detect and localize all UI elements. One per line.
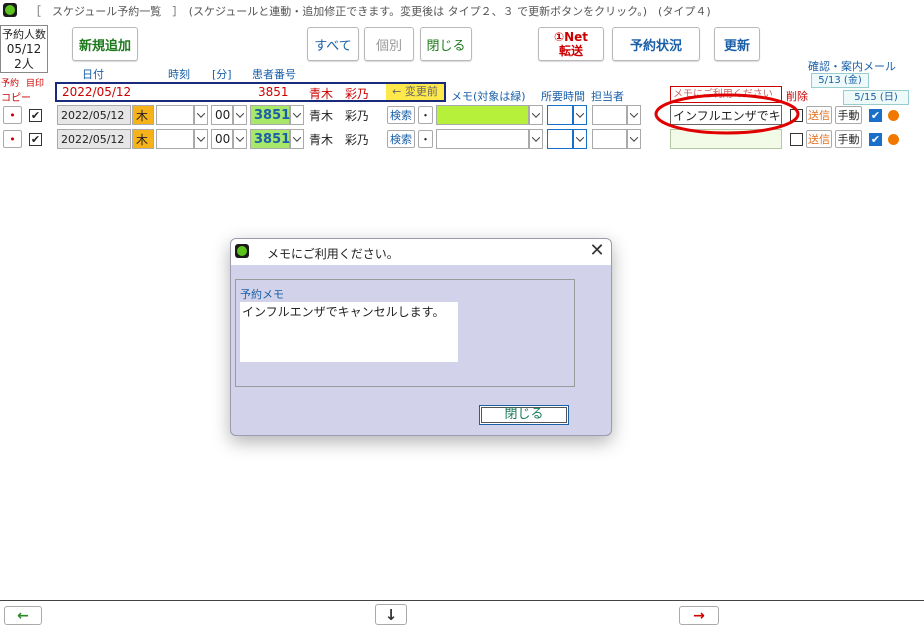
net-transfer-line2: 転送 — [558, 44, 583, 58]
col-staff: 担当者 — [591, 90, 624, 103]
memo-dropdown-icon[interactable] — [529, 129, 543, 149]
search-button[interactable]: 検索 — [387, 106, 415, 124]
row-weekday: 木 — [132, 129, 154, 149]
row-date[interactable]: 2022/05/12 — [57, 129, 131, 149]
send-button[interactable]: 送信 — [806, 106, 832, 124]
col-date: 日付 — [82, 68, 104, 81]
col-time: 時刻 — [168, 68, 190, 81]
arrow-down-icon: ↓ — [384, 605, 398, 624]
selected-info-bar: 2022/05/12 3851 青木 彩乃 ← 変更前 — [55, 82, 446, 102]
minute-dropdown-icon[interactable] — [233, 105, 247, 125]
selected-date: 2022/05/12 — [62, 85, 132, 99]
row-patient-no[interactable]: 3851 — [250, 129, 290, 149]
footer-divider — [0, 600, 924, 601]
app-logo-icon — [3, 3, 17, 17]
search-button[interactable]: 検索 — [387, 130, 415, 148]
duration-dropdown-icon[interactable] — [573, 129, 587, 149]
header-title: ［ スケジュール予約一覧 ］ (スケジュールと連動・追加修正できます。変更後は … — [30, 5, 711, 18]
row-duration[interactable] — [547, 105, 573, 125]
dialog-close-icon[interactable]: ✕ — [587, 241, 607, 261]
individual-button[interactable]: 個別 — [364, 27, 414, 61]
duration-dropdown-icon[interactable] — [573, 105, 587, 125]
change-before-label[interactable]: ← 変更前 — [386, 84, 444, 100]
row-name: 青木 彩乃 — [306, 105, 386, 125]
row-mark-button[interactable]: • — [3, 130, 22, 148]
hour-dropdown-icon[interactable] — [194, 105, 208, 125]
row-memo-select[interactable] — [436, 129, 529, 149]
selected-name: 青木 彩乃 — [309, 87, 370, 101]
mail-title: 確認・案内メール — [808, 60, 896, 73]
row-minute[interactable]: 00 — [211, 129, 233, 149]
summary-box: 予約人数 05/12 2人 — [0, 25, 48, 73]
memo-dropdown-icon[interactable] — [529, 105, 543, 125]
memo-groupbox: 予約メモ インフルエンザでキャンセルします。 — [235, 279, 575, 387]
patient-dropdown-icon[interactable] — [290, 129, 304, 149]
mail-date-2[interactable]: 5/15 (日) — [843, 90, 909, 105]
arrow-right-icon: → — [693, 607, 705, 624]
dialog-titlebar: メモにご利用ください。 ✕ — [231, 239, 611, 265]
row-name: 青木 彩乃 — [306, 129, 386, 149]
label-mokuin: 目印 — [26, 79, 45, 89]
next-button[interactable]: → — [679, 606, 719, 625]
manual-button[interactable]: 手動 — [835, 130, 862, 148]
hour-dropdown-icon[interactable] — [194, 129, 208, 149]
status-dot-icon — [888, 110, 899, 121]
row-patient-no[interactable]: 3851 — [250, 105, 290, 125]
dot-button[interactable]: ・ — [418, 106, 433, 124]
row-duration[interactable] — [547, 129, 573, 149]
dialog-title: メモにご利用ください。 — [267, 247, 399, 261]
row-staff[interactable] — [592, 105, 627, 125]
dialog-app-icon — [235, 244, 249, 258]
row-minute[interactable]: 00 — [211, 105, 233, 125]
col-memo: メモ(対象は緑) — [451, 90, 526, 103]
row-date[interactable]: 2022/05/12 — [57, 105, 131, 125]
status-dot-icon — [888, 134, 899, 145]
net-transfer-line1: ①Net — [553, 30, 589, 44]
memo-group-label: 予約メモ — [240, 288, 284, 301]
mail-checkbox[interactable]: ✔ — [869, 109, 882, 122]
row-checkbox[interactable]: ✔ — [29, 109, 42, 122]
net-transfer-button[interactable]: ①Net 転送 — [538, 27, 604, 61]
selected-patient-no: 3851 — [258, 85, 289, 99]
new-button[interactable]: 新規追加 — [72, 27, 138, 61]
mail-checkbox[interactable]: ✔ — [869, 133, 882, 146]
reservation-status-button[interactable]: 予約状況 — [612, 27, 700, 61]
highlight-ellipse — [654, 93, 800, 135]
row-memo-select[interactable] — [436, 105, 529, 125]
row-weekday: 木 — [132, 105, 154, 125]
col-duration: 所要時間 — [541, 90, 585, 103]
all-button[interactable]: すべて — [307, 27, 359, 61]
mail-date-1[interactable]: 5/13 (金) — [811, 73, 869, 88]
minute-dropdown-icon[interactable] — [233, 129, 247, 149]
summary-date: 05/12 — [6, 42, 42, 56]
row-staff[interactable] — [592, 129, 627, 149]
dot-button[interactable]: ・ — [418, 130, 433, 148]
col-minute: [分] — [212, 68, 232, 81]
summary-label: 予約人数 — [2, 28, 46, 41]
memo-dialog: メモにご利用ください。 ✕ 予約メモ インフルエンザでキャンセルします。 閉じる — [230, 238, 612, 436]
update-button[interactable]: 更新 — [714, 27, 760, 61]
row-checkbox[interactable]: ✔ — [29, 133, 42, 146]
staff-dropdown-icon[interactable] — [627, 129, 641, 149]
dialog-close-button[interactable]: 閉じる — [479, 405, 569, 425]
label-yoyaku: 予約 — [1, 79, 20, 89]
prev-button[interactable]: ← — [4, 606, 42, 625]
patient-dropdown-icon[interactable] — [290, 105, 304, 125]
row-hour[interactable] — [156, 129, 194, 149]
close-button[interactable]: 閉じる — [420, 27, 472, 61]
row-hour[interactable] — [156, 105, 194, 125]
row-mark-button[interactable]: • — [3, 106, 22, 124]
staff-dropdown-icon[interactable] — [627, 105, 641, 125]
label-copy: コピー — [1, 93, 31, 104]
down-button[interactable]: ↓ — [375, 604, 407, 625]
arrow-left-icon: ← — [17, 607, 29, 624]
col-patient-no: 患者番号 — [252, 68, 296, 81]
manual-button[interactable]: 手動 — [835, 106, 862, 124]
memo-textarea[interactable]: インフルエンザでキャンセルします。 — [240, 302, 458, 362]
summary-count: 2人 — [14, 57, 34, 71]
send-button[interactable]: 送信 — [806, 130, 832, 148]
